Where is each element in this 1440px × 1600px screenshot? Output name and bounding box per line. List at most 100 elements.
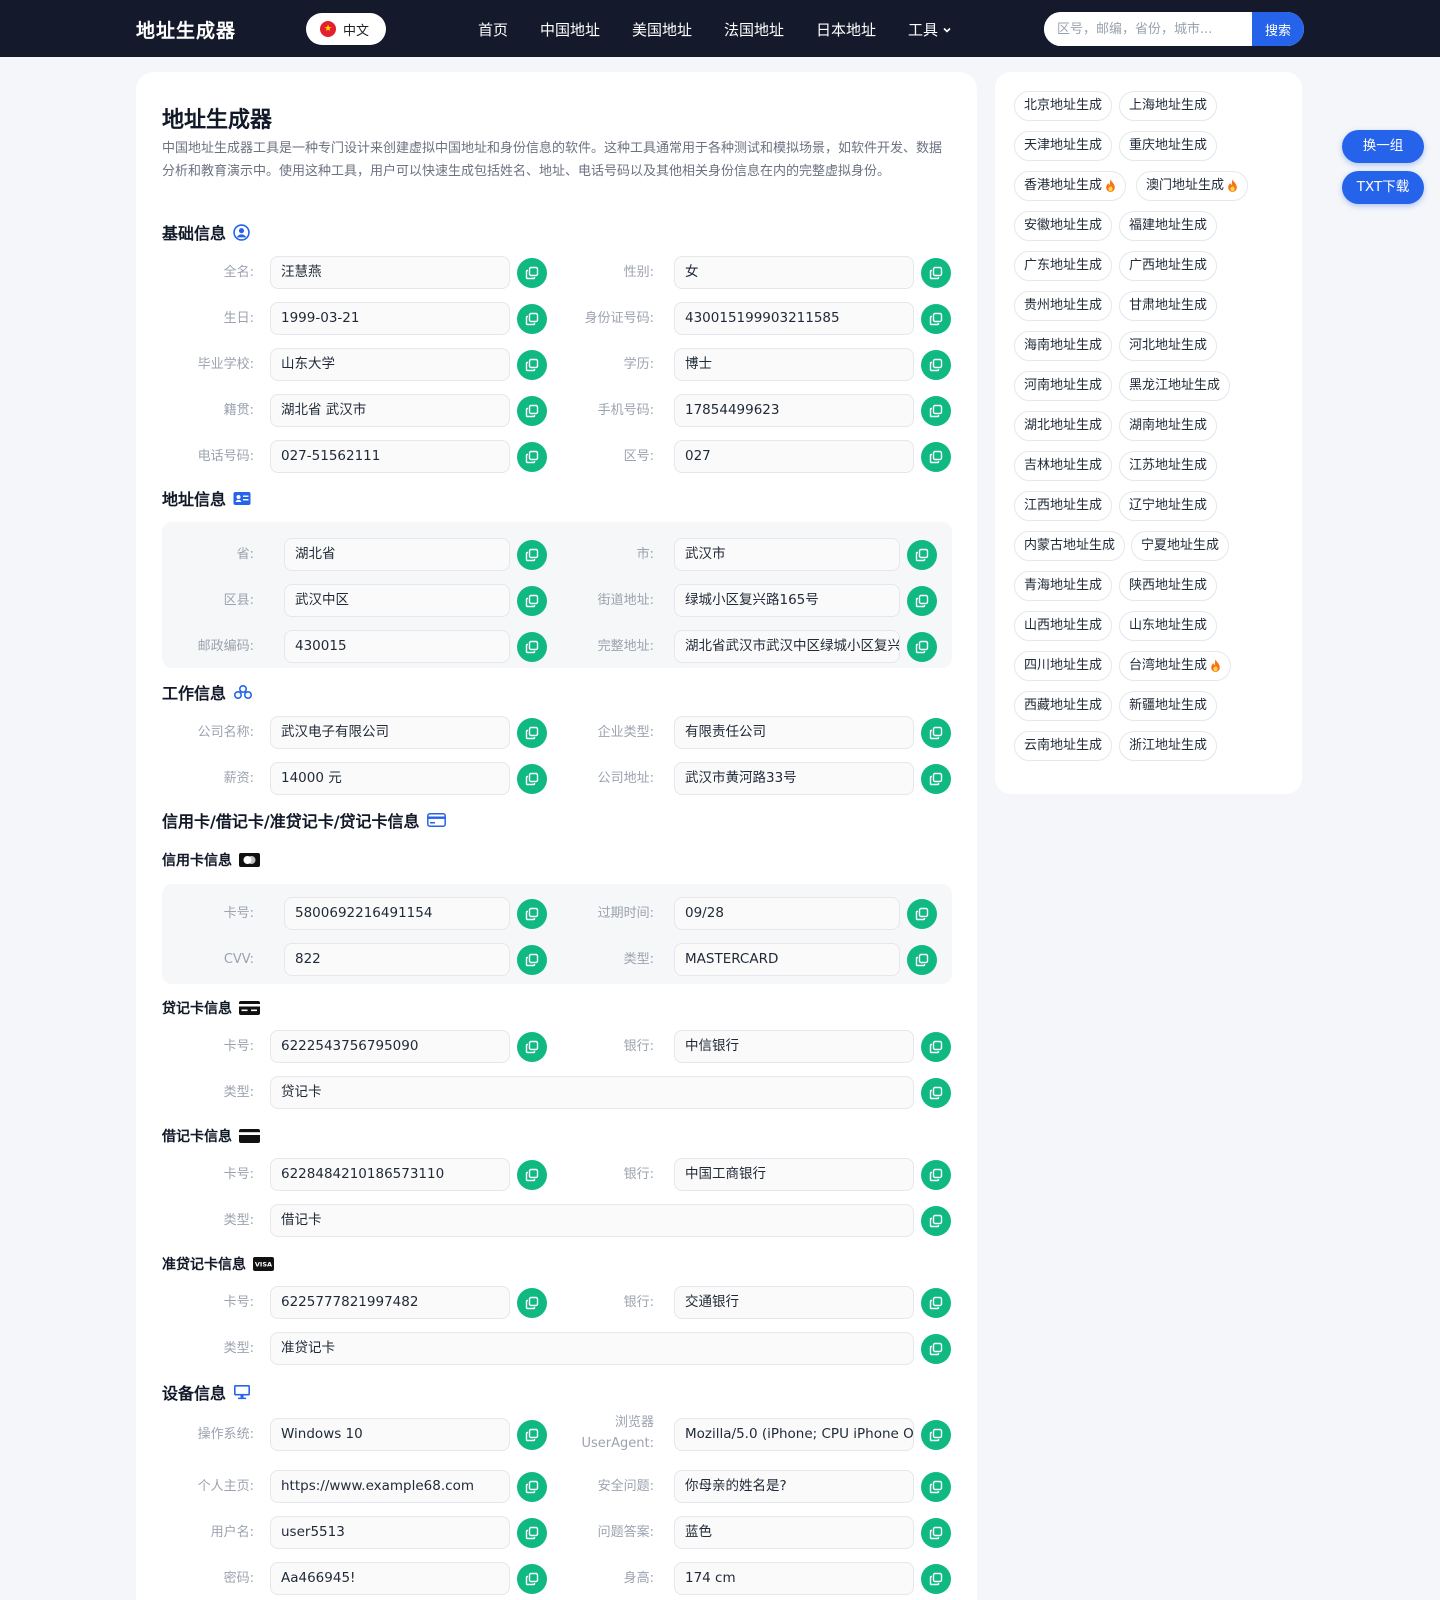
debit-bank-field[interactable]: 中国工商银行: [674, 1158, 914, 1191]
credit-number-field[interactable]: 5800692216491154: [284, 897, 510, 930]
region-link-liaoning[interactable]: 辽宁地址生成: [1119, 491, 1218, 521]
quasi-number-field[interactable]: 6225777821997482: [270, 1286, 510, 1319]
debit-type-field[interactable]: 借记卡: [270, 1204, 914, 1237]
copy-button[interactable]: [921, 258, 951, 288]
school-field[interactable]: 山东大学: [270, 348, 510, 381]
region-link-guangxi[interactable]: 广西地址生成: [1119, 251, 1218, 281]
region-link-qinghai[interactable]: 青海地址生成: [1014, 571, 1113, 601]
region-link-jilin[interactable]: 吉林地址生成: [1014, 451, 1113, 481]
copy-button[interactable]: [907, 540, 937, 570]
region-link-hongkong[interactable]: 香港地址生成: [1014, 171, 1127, 201]
regenerate-button[interactable]: 换一组: [1342, 130, 1424, 163]
region-link-zhejiang[interactable]: 浙江地址生成: [1119, 731, 1218, 761]
security-question-field[interactable]: 你母亲的姓名是?: [674, 1470, 914, 1503]
province-field[interactable]: 湖北省: [284, 538, 510, 571]
copy-button[interactable]: [921, 1288, 951, 1318]
search-button[interactable]: 搜索: [1252, 12, 1304, 46]
copy-button[interactable]: [921, 1518, 951, 1548]
salary-field[interactable]: 14000 元: [270, 762, 510, 795]
copy-button[interactable]: [921, 1206, 951, 1236]
city-field[interactable]: 武汉市: [674, 538, 900, 571]
copy-button[interactable]: [921, 304, 951, 334]
region-link-anhui[interactable]: 安徽地址生成: [1014, 211, 1113, 241]
region-link-sichuan[interactable]: 四川地址生成: [1014, 651, 1113, 681]
nav-tools-dropdown[interactable]: 工具: [908, 19, 953, 40]
region-link-heilongjiang[interactable]: 黑龙江地址生成: [1119, 371, 1231, 401]
region-link-macau[interactable]: 澳门地址生成: [1136, 171, 1249, 201]
region-link-xinjiang[interactable]: 新疆地址生成: [1119, 691, 1218, 721]
copy-button[interactable]: [907, 632, 937, 662]
copy-button[interactable]: [921, 442, 951, 472]
mobile-field[interactable]: 17854499623: [674, 394, 914, 427]
region-link-shaanxi[interactable]: 陕西地址生成: [1119, 571, 1218, 601]
txt-download-button[interactable]: TXT下载: [1342, 171, 1424, 204]
copy-button[interactable]: [921, 350, 951, 380]
copy-button[interactable]: [921, 1078, 951, 1108]
region-link-ningxia[interactable]: 宁夏地址生成: [1131, 531, 1230, 561]
nav-france-address[interactable]: 法国地址: [724, 19, 784, 40]
nav-us-address[interactable]: 美国地址: [632, 19, 692, 40]
region-link-gansu[interactable]: 甘肃地址生成: [1119, 291, 1218, 321]
homepage-field[interactable]: https://www.example68.com: [270, 1470, 510, 1503]
region-link-shandong[interactable]: 山东地址生成: [1119, 611, 1218, 641]
height-field[interactable]: 174 cm: [674, 1562, 914, 1595]
language-switcher[interactable]: ★ 中文: [306, 13, 386, 45]
zip-field[interactable]: 430015: [284, 630, 510, 663]
region-link-hebei[interactable]: 河北地址生成: [1119, 331, 1218, 361]
region-link-tibet[interactable]: 西藏地址生成: [1014, 691, 1113, 721]
full-address-field[interactable]: 湖北省武汉市武汉中区绿城小区复兴路165号: [674, 630, 900, 663]
copy-button[interactable]: [907, 586, 937, 616]
region-link-chongqing[interactable]: 重庆地址生成: [1119, 131, 1218, 161]
region-link-inner-mongolia[interactable]: 内蒙古地址生成: [1014, 531, 1126, 561]
copy-button[interactable]: [907, 899, 937, 929]
region-link-shanghai[interactable]: 上海地址生成: [1119, 91, 1218, 121]
os-field[interactable]: Windows 10: [270, 1418, 510, 1451]
site-logo[interactable]: 地址生成器: [136, 16, 236, 43]
region-link-henan[interactable]: 河南地址生成: [1014, 371, 1113, 401]
education-field[interactable]: 博士: [674, 348, 914, 381]
district-field[interactable]: 武汉中区: [284, 584, 510, 617]
credit-expiry-field[interactable]: 09/28: [674, 897, 900, 930]
birthday-field[interactable]: 1999-03-21: [270, 302, 510, 335]
street-field[interactable]: 绿城小区复兴路165号: [674, 584, 900, 617]
copy-button[interactable]: [907, 945, 937, 975]
copy-button[interactable]: [921, 396, 951, 426]
copy-button[interactable]: [921, 1420, 951, 1450]
areacode-field[interactable]: 027: [674, 440, 914, 473]
copy-button[interactable]: [921, 1472, 951, 1502]
company-type-field[interactable]: 有限责任公司: [674, 716, 914, 749]
idcard-field[interactable]: 430015199903211585: [674, 302, 914, 335]
loan-type-field[interactable]: 贷记卡: [270, 1076, 914, 1109]
region-link-hubei[interactable]: 湖北地址生成: [1014, 411, 1113, 441]
nav-china-address[interactable]: 中国地址: [540, 19, 600, 40]
quasi-type-field[interactable]: 准贷记卡: [270, 1332, 914, 1365]
useragent-field[interactable]: Mozilla/5.0 (iPhone; CPU iPhone OS 16_0 …: [674, 1418, 914, 1451]
phone-field[interactable]: 027-51562111: [270, 440, 510, 473]
copy-button[interactable]: [921, 1334, 951, 1364]
region-link-tianjin[interactable]: 天津地址生成: [1014, 131, 1113, 161]
region-link-yunnan[interactable]: 云南地址生成: [1014, 731, 1113, 761]
region-link-guizhou[interactable]: 贵州地址生成: [1014, 291, 1113, 321]
copy-button[interactable]: [921, 764, 951, 794]
company-field[interactable]: 武汉电子有限公司: [270, 716, 510, 749]
credit-type-field[interactable]: MASTERCARD: [674, 943, 900, 976]
copy-button[interactable]: [921, 718, 951, 748]
loan-number-field[interactable]: 6222543756795090: [270, 1030, 510, 1063]
quasi-bank-field[interactable]: 交通银行: [674, 1286, 914, 1319]
search-input[interactable]: [1044, 12, 1252, 46]
region-link-shanxi[interactable]: 山西地址生成: [1014, 611, 1113, 641]
copy-button[interactable]: [921, 1564, 951, 1594]
password-field[interactable]: Aa466945!: [270, 1562, 510, 1595]
nav-home[interactable]: 首页: [478, 19, 508, 40]
hometown-field[interactable]: 湖北省 武汉市: [270, 394, 510, 427]
region-link-beijing[interactable]: 北京地址生成: [1014, 91, 1113, 121]
region-link-hainan[interactable]: 海南地址生成: [1014, 331, 1113, 361]
nav-japan-address[interactable]: 日本地址: [816, 19, 876, 40]
debit-number-field[interactable]: 6228484210186573110: [270, 1158, 510, 1191]
region-link-taiwan[interactable]: 台湾地址生成: [1119, 651, 1232, 681]
region-link-fujian[interactable]: 福建地址生成: [1119, 211, 1218, 241]
copy-button[interactable]: [921, 1032, 951, 1062]
region-link-hunan[interactable]: 湖南地址生成: [1119, 411, 1218, 441]
loan-bank-field[interactable]: 中信银行: [674, 1030, 914, 1063]
cvv-field[interactable]: 822: [284, 943, 510, 976]
